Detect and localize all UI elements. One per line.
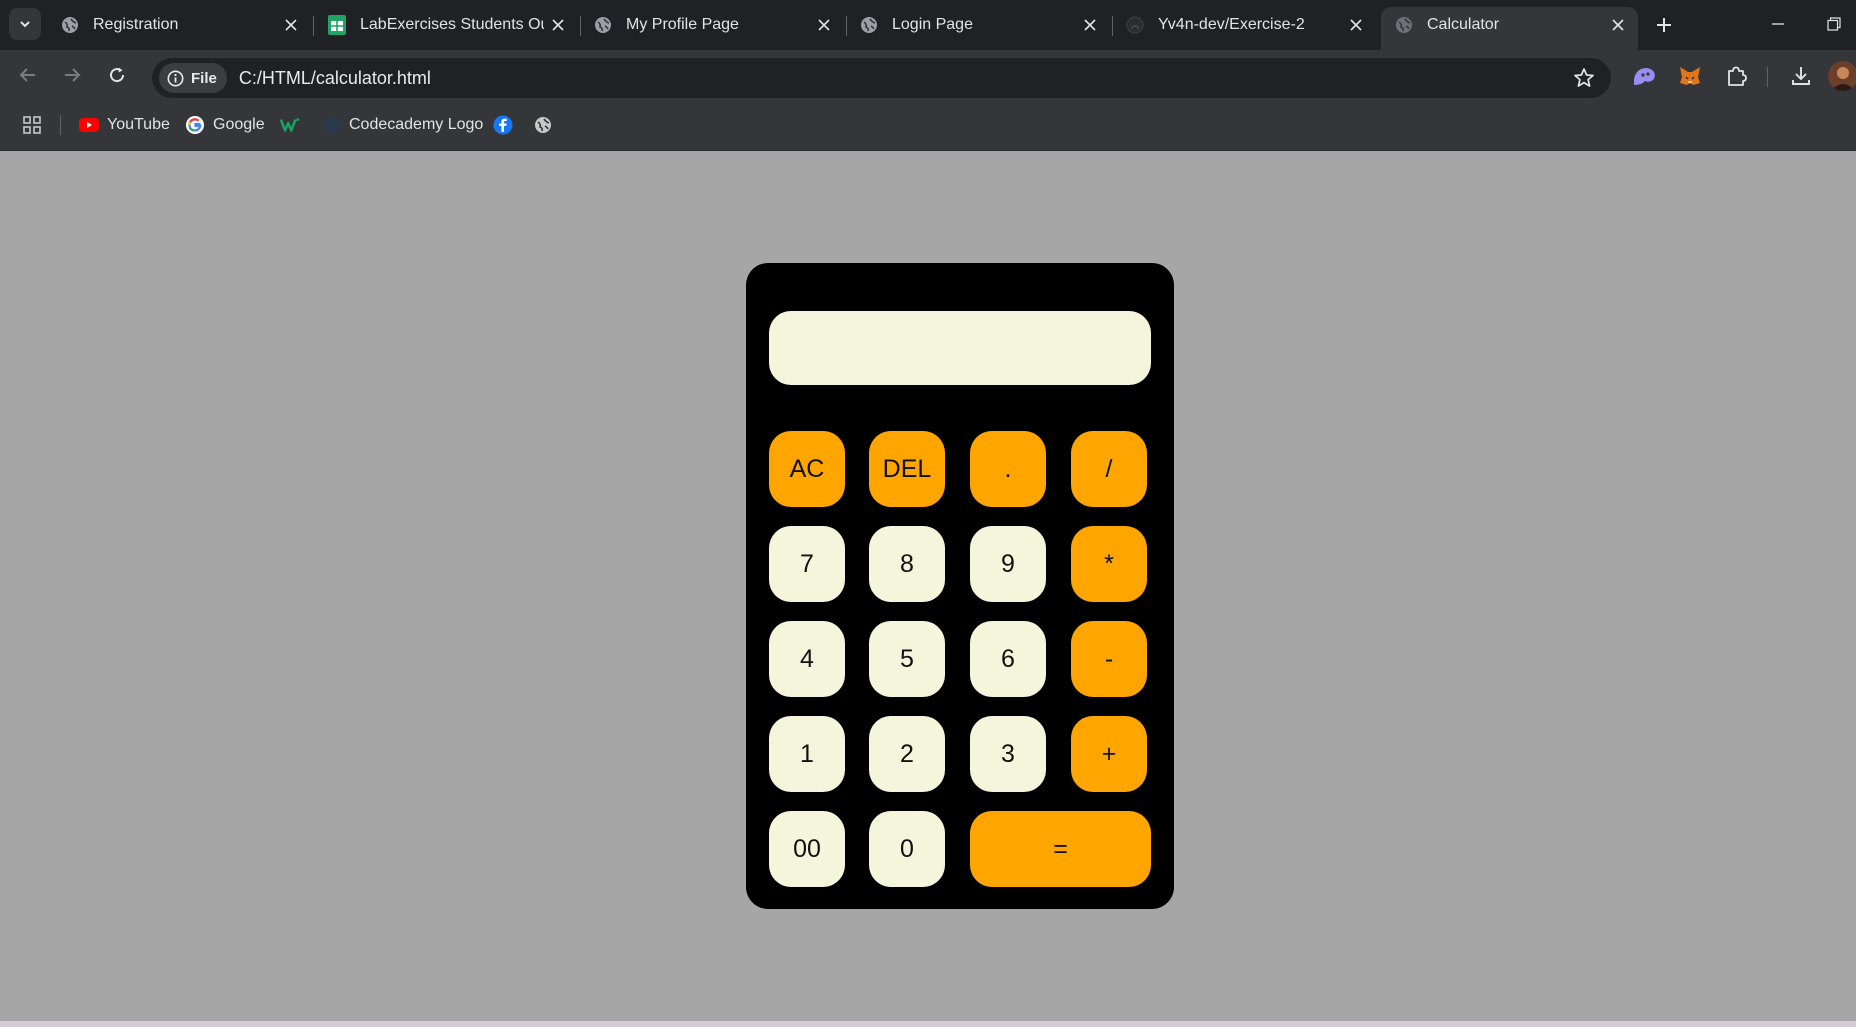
youtube-icon xyxy=(79,115,99,135)
google-icon xyxy=(185,115,205,135)
close-icon[interactable] xyxy=(277,11,305,39)
minimize-icon xyxy=(1772,23,1784,25)
site-info-label: File xyxy=(191,69,217,87)
close-icon[interactable] xyxy=(544,11,572,39)
minimize-button[interactable] xyxy=(1758,8,1798,40)
address-bar[interactable]: File C:/HTML/calculator.html xyxy=(152,58,1611,98)
w-logo-icon xyxy=(280,115,300,135)
eight-button[interactable]: 8 xyxy=(869,526,945,602)
tab-title: LabExercises Students Output xyxy=(360,16,544,33)
bookmark-label: Codecademy Logo xyxy=(349,116,484,133)
globe-icon xyxy=(533,115,553,135)
new-tab-button[interactable] xyxy=(1648,9,1680,41)
github-icon xyxy=(1126,16,1144,34)
three-button[interactable]: 3 xyxy=(970,716,1046,792)
restore-button[interactable] xyxy=(1814,8,1854,40)
codecademy-icon xyxy=(321,115,341,135)
calculator-display[interactable] xyxy=(769,311,1151,385)
divide-button[interactable]: / xyxy=(1071,431,1147,507)
tab-title: Calculator xyxy=(1427,15,1500,33)
apps-grid-icon xyxy=(22,115,42,135)
arrow-left-icon xyxy=(19,68,35,82)
apps-button[interactable] xyxy=(22,114,42,136)
calculator: AC DEL . / 7 8 9 * 4 5 6 - 1 2 3 + 00 0 … xyxy=(746,263,1174,909)
minus-button[interactable]: - xyxy=(1071,621,1147,697)
download-icon[interactable] xyxy=(1786,61,1816,91)
bookmark-w[interactable] xyxy=(280,114,300,136)
globe-icon xyxy=(1395,16,1413,34)
reload-icon xyxy=(110,67,125,83)
bottom-edge xyxy=(0,1021,1856,1027)
arrow-right-icon xyxy=(65,68,81,82)
ghost-extension-icon[interactable] xyxy=(1629,61,1659,91)
info-icon xyxy=(167,70,184,87)
equals-button[interactable]: = xyxy=(970,811,1151,887)
tab-registration[interactable]: Registration xyxy=(47,8,311,42)
metamask-fox-icon[interactable] xyxy=(1675,61,1705,91)
bookmark-star-icon[interactable] xyxy=(1573,67,1595,89)
tab-calculator[interactable]: Calculator xyxy=(1381,7,1638,50)
globe-icon xyxy=(61,16,79,34)
close-icon[interactable] xyxy=(1342,11,1370,39)
bookmark-facebook[interactable] xyxy=(493,114,513,136)
tab-github-exercise[interactable]: Yv4n-dev/Exercise-2 xyxy=(1112,8,1376,42)
plus-button[interactable]: + xyxy=(1071,716,1147,792)
facebook-icon xyxy=(493,115,513,135)
close-icon[interactable] xyxy=(1604,11,1632,39)
multiply-button[interactable]: * xyxy=(1071,526,1147,602)
bookmarks-bar: YouTube Google Codecademy Logo xyxy=(0,99,1856,151)
bookmark-globe[interactable] xyxy=(533,114,553,136)
tab-login-page[interactable]: Login Page xyxy=(846,8,1110,42)
tab-title: Yv4n-dev/Exercise-2 xyxy=(1158,16,1305,33)
bookmarks-divider xyxy=(60,115,61,135)
extensions-puzzle-icon[interactable] xyxy=(1721,61,1751,91)
six-button[interactable]: 6 xyxy=(970,621,1046,697)
five-button[interactable]: 5 xyxy=(869,621,945,697)
two-button[interactable]: 2 xyxy=(869,716,945,792)
double-zero-button[interactable]: 00 xyxy=(769,811,845,887)
tab-labexercises[interactable]: LabExercises Students Output xyxy=(314,8,578,42)
tab-title: Login Page xyxy=(892,16,973,33)
one-button[interactable]: 1 xyxy=(769,716,845,792)
globe-icon xyxy=(860,16,878,34)
nine-button[interactable]: 9 xyxy=(970,526,1046,602)
ac-button[interactable]: AC xyxy=(769,431,845,507)
zero-button[interactable]: 0 xyxy=(869,811,945,887)
decimal-button[interactable]: . xyxy=(970,431,1046,507)
sheets-icon xyxy=(328,15,346,35)
site-info-chip[interactable]: File xyxy=(159,63,227,93)
tab-title: My Profile Page xyxy=(626,16,739,33)
back-button[interactable] xyxy=(11,58,45,92)
seven-button[interactable]: 7 xyxy=(769,526,845,602)
bookmark-codecademy[interactable]: Codecademy Logo xyxy=(321,114,483,136)
plus-icon xyxy=(1657,18,1671,32)
tab-search-button[interactable] xyxy=(9,8,41,40)
globe-icon xyxy=(594,16,612,34)
reload-button[interactable] xyxy=(100,58,134,92)
browser-toolbar: File C:/HTML/calculator.html xyxy=(0,50,1856,99)
bookmark-label: Google xyxy=(213,116,265,133)
restore-icon xyxy=(1827,17,1841,31)
bookmark-label: YouTube xyxy=(107,116,170,133)
tab-strip: Registration LabExercises Students Outpu… xyxy=(0,0,1856,50)
url-text: C:/HTML/calculator.html xyxy=(238,67,431,88)
tab-title: Registration xyxy=(93,16,179,33)
chevron-down-icon xyxy=(20,21,30,28)
forward-button[interactable] xyxy=(55,58,89,92)
bookmark-youtube[interactable]: YouTube xyxy=(79,114,170,136)
close-icon[interactable] xyxy=(810,11,838,39)
tab-my-profile-page[interactable]: My Profile Page xyxy=(580,8,844,42)
bookmark-google[interactable]: Google xyxy=(185,114,265,136)
del-button[interactable]: DEL xyxy=(869,431,945,507)
profile-avatar[interactable] xyxy=(1828,61,1856,91)
toolbar-divider xyxy=(1767,67,1768,87)
four-button[interactable]: 4 xyxy=(769,621,845,697)
close-icon[interactable] xyxy=(1076,11,1104,39)
